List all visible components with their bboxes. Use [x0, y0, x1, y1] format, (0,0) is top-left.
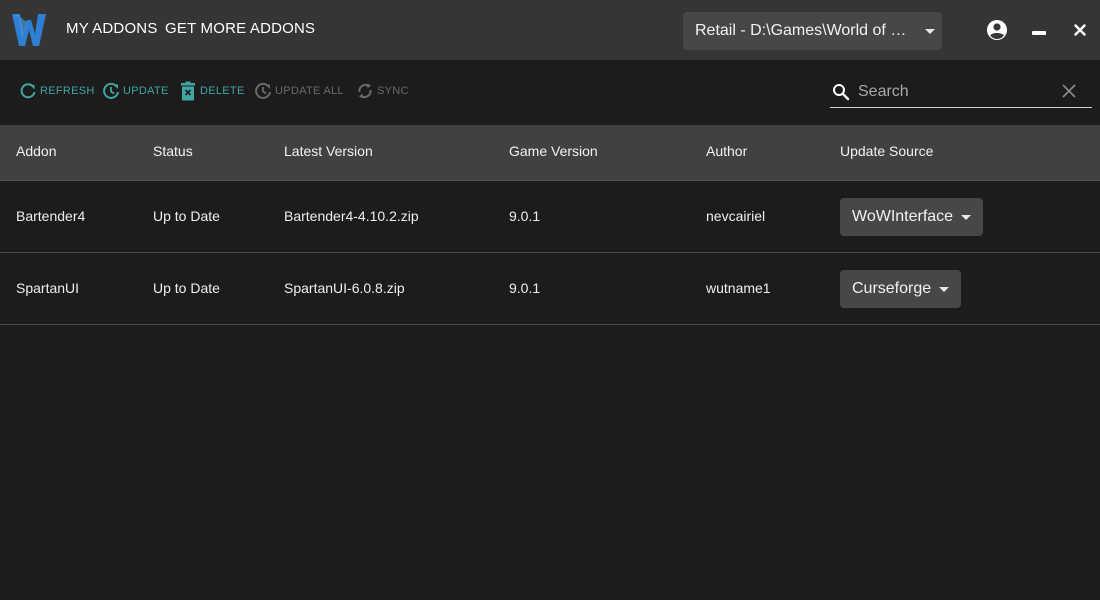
table-row[interactable]: Bartender4 Up to Date Bartender4-4.10.2.… — [0, 181, 1100, 253]
installation-select[interactable]: Retail - D:\Games\World of Warcraft\_ret… — [683, 12, 942, 50]
search-input[interactable] — [858, 80, 1058, 104]
tab-my-addons[interactable]: MY ADDONS — [66, 20, 158, 37]
update-source-label: Curseforge — [852, 280, 932, 297]
delete-icon — [181, 81, 195, 101]
table-row[interactable]: SpartanUI Up to Date SpartanUI-6.0.8.zip… — [0, 253, 1100, 325]
addon-latest-version: SpartanUI-6.0.8.zip — [284, 280, 405, 296]
account-icon[interactable] — [985, 18, 1009, 42]
column-header-addon[interactable]: Addon — [16, 143, 56, 159]
search-field — [830, 76, 1092, 108]
refresh-icon — [20, 83, 36, 99]
chevron-down-icon — [961, 214, 972, 220]
minimize-icon[interactable] — [1032, 31, 1046, 35]
refresh-label: REFRESH — [40, 85, 95, 97]
close-icon[interactable] — [1074, 24, 1086, 36]
chevron-down-icon — [939, 286, 950, 292]
addon-author: wutname1 — [706, 280, 771, 296]
update-label: UPDATE — [123, 85, 169, 97]
update-icon — [103, 82, 119, 99]
update-all-button[interactable]: UPDATE ALL — [253, 80, 344, 102]
addon-status: Up to Date — [153, 208, 220, 224]
update-source-select[interactable]: Curseforge — [840, 270, 962, 308]
column-header-latest-version[interactable]: Latest Version — [284, 143, 373, 159]
column-header-game-version[interactable]: Game Version — [509, 143, 598, 159]
addon-game-version: 9.0.1 — [509, 208, 541, 224]
sync-icon — [358, 83, 372, 99]
refresh-button[interactable]: REFRESH — [18, 80, 95, 102]
sync-label: SYNC — [377, 85, 409, 97]
table-header: Addon Status Latest Version Game Version… — [0, 125, 1100, 181]
delete-label: DELETE — [200, 85, 245, 97]
addon-name: Bartender4 — [16, 208, 86, 224]
chevron-down-icon — [925, 29, 935, 34]
update-all-icon — [255, 82, 271, 99]
clear-search-icon[interactable] — [1062, 84, 1076, 98]
tab-get-more-addons[interactable]: GET MORE ADDONS — [165, 20, 315, 37]
addon-author: nevcairiel — [706, 208, 766, 224]
installation-label: Retail - D:\Games\World of Warcraft\_ret… — [695, 22, 919, 39]
update-all-label: UPDATE ALL — [275, 85, 344, 97]
column-header-author[interactable]: Author — [706, 143, 747, 159]
addon-status: Up to Date — [153, 280, 220, 296]
column-header-status[interactable]: Status — [153, 143, 193, 159]
search-icon — [833, 84, 850, 101]
addon-latest-version: Bartender4-4.10.2.zip — [284, 208, 419, 224]
addon-name: SpartanUI — [16, 280, 80, 296]
addon-game-version: 9.0.1 — [509, 280, 541, 296]
update-source-select[interactable]: WoWInterface — [840, 198, 984, 236]
title-bar: MY ADDONS GET MORE ADDONS Retail - D:\Ga… — [0, 0, 1100, 60]
sync-button[interactable]: SYNC — [355, 80, 409, 102]
update-button[interactable]: UPDATE — [101, 80, 169, 102]
column-header-update-source[interactable]: Update Source — [840, 143, 933, 159]
update-source-label: WoWInterface — [852, 208, 954, 225]
app-logo-icon — [12, 14, 46, 46]
delete-button[interactable]: DELETE — [180, 80, 245, 102]
